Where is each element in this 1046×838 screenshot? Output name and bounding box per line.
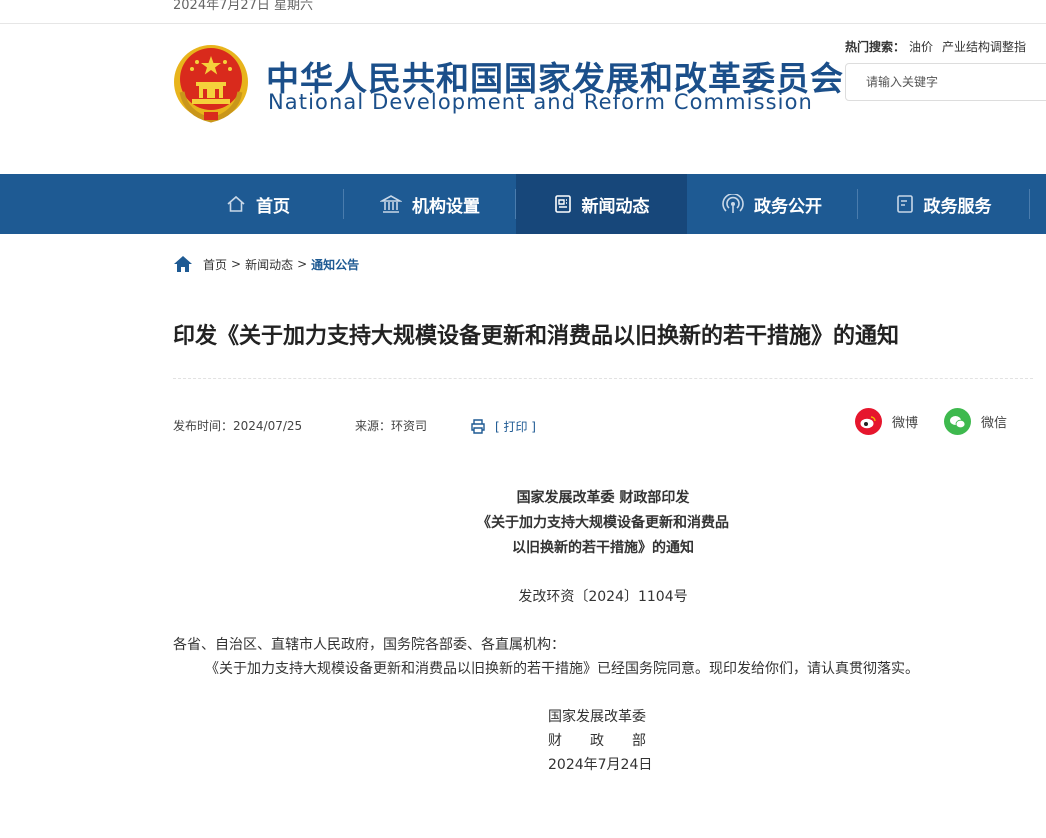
breadcrumb-news-link[interactable]: 新闻动态 — [245, 256, 293, 273]
article-meta: 发布时间：2024/07/25 来源：环资司 — [173, 417, 427, 434]
service-icon — [896, 195, 913, 213]
article-source: 来源：环资司 — [355, 419, 428, 433]
top-date-bar: 2024年7月27日 星期六 — [0, 0, 1046, 24]
doc-heading-line: 《关于加力支持大规模设备更新和消费品 — [477, 515, 729, 531]
search-input[interactable] — [846, 64, 1046, 100]
hot-search: 热门搜索： 油价 产业结构调整指 — [845, 38, 1026, 55]
recipients: 各省、自治区、直辖市人民政府，国务院各部委、各直属机构： — [173, 637, 565, 653]
nav-item-label: 新闻动态 — [581, 196, 650, 217]
title-divider — [173, 378, 1033, 379]
breadcrumb-separator: > — [297, 257, 308, 271]
current-date: 2024年7月27日 星期六 — [173, 0, 314, 13]
nav-item-label: 首页 — [256, 196, 290, 217]
home-icon — [227, 195, 245, 212]
breadcrumb-current-link[interactable]: 通知公告 — [311, 256, 359, 273]
weibo-icon — [855, 408, 882, 435]
national-emblem-icon[interactable] — [172, 42, 250, 124]
breadcrumb-separator: > — [231, 257, 242, 271]
share-weibo-label: 微博 — [892, 416, 919, 431]
printer-icon — [471, 419, 485, 434]
share-wechat-button[interactable]: 微信 — [944, 408, 1007, 435]
share-weibo-button[interactable]: 微博 — [855, 408, 918, 435]
main-nav: 首页 机构设置 新闻动态 政务公开 政务服务 — [0, 174, 1046, 234]
hot-keyword-link[interactable]: 油价 — [909, 40, 933, 54]
doc-heading-line: 国家发展改革委 财政部印发 — [516, 490, 690, 506]
article-title: 印发《关于加力支持大规模设备更新和消费品以旧换新的若干措施》的通知 — [173, 324, 900, 349]
publish-time: 发布时间：2024/07/25 — [173, 419, 303, 433]
print-label: [ 打印 ] — [495, 420, 536, 434]
wechat-icon — [944, 408, 971, 435]
share-wechat-label: 微信 — [981, 416, 1008, 431]
signature-date: 2024年7月24日 — [548, 757, 653, 773]
body-paragraph: 《关于加力支持大规模设备更新和消费品以旧换新的若干措施》已经国务院同意。现印发给… — [205, 661, 919, 677]
broadcast-icon — [722, 194, 744, 213]
search-box — [845, 63, 1046, 101]
home-icon[interactable] — [173, 255, 193, 273]
print-button[interactable]: [ 打印 ] — [470, 418, 536, 435]
nav-item-news[interactable]: 新闻动态 — [516, 174, 687, 234]
breadcrumb-home-link[interactable]: 首页 — [203, 256, 227, 273]
nav-item-label: 政务公开 — [754, 196, 822, 217]
nav-item-institution[interactable]: 机构设置 — [344, 174, 516, 234]
nav-divider — [1029, 189, 1030, 219]
nav-item-services[interactable]: 政务服务 — [858, 174, 1029, 234]
site-title-en: National Development and Reform Commissi… — [268, 90, 813, 114]
institution-icon — [380, 195, 402, 213]
news-icon — [554, 195, 571, 213]
nav-item-home[interactable]: 首页 — [172, 174, 344, 234]
nav-item-label: 机构设置 — [412, 196, 480, 217]
doc-heading-line: 以旧换新的若干措施》的通知 — [512, 540, 694, 556]
document-number: 发改环资〔2024〕1104号 — [518, 589, 688, 605]
nav-item-public-affairs[interactable]: 政务公开 — [687, 174, 857, 234]
breadcrumb: 首页 > 新闻动态 > 通知公告 — [173, 255, 359, 273]
hot-keyword-link[interactable]: 产业结构调整指 — [942, 40, 1026, 54]
nav-item-label: 政务服务 — [923, 196, 992, 217]
hot-search-label: 热门搜索： — [845, 40, 906, 54]
signature-org: 财 政 部 — [548, 733, 646, 749]
signature-org: 国家发展改革委 — [548, 709, 646, 725]
